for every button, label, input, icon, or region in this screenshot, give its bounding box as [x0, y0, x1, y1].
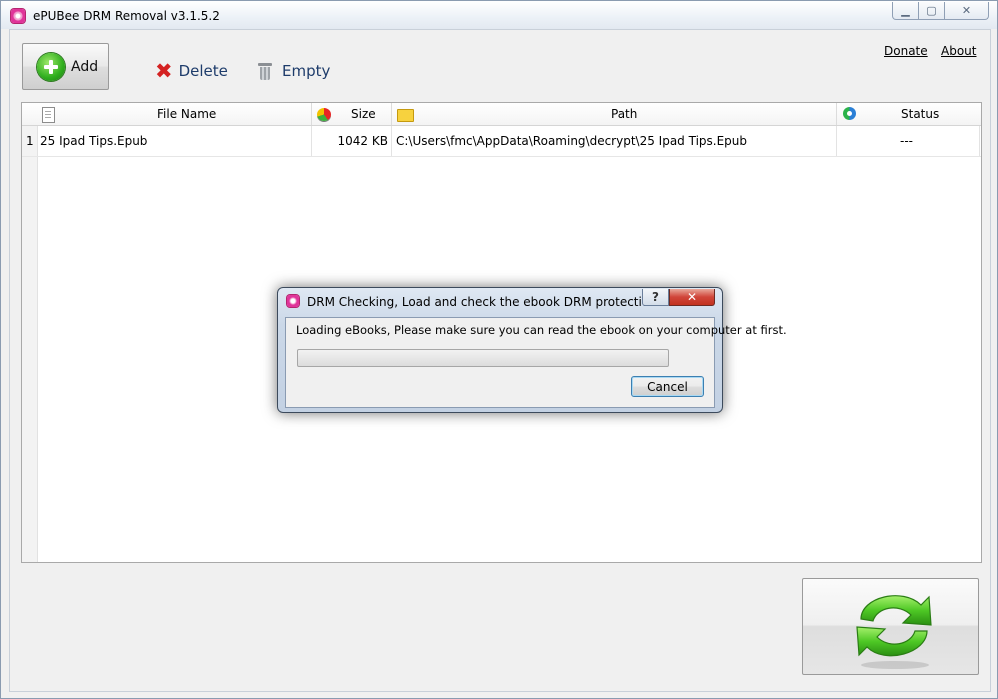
- row-status: ---: [900, 134, 913, 148]
- table-row[interactable]: 1 25 Ipad Tips.Epub 1042 KB C:\Users\fmc…: [22, 126, 981, 157]
- row-path: C:\Users\fmc\AppData\Roaming\decrypt\25 …: [396, 134, 748, 148]
- window-controls: ▁ ▢ ✕: [892, 2, 989, 21]
- close-button[interactable]: ✕: [945, 2, 989, 20]
- drm-check-dialog: DRM Checking, Load and check the ebook D…: [277, 287, 787, 413]
- dialog-close-button[interactable]: ✕: [669, 289, 715, 306]
- main-window: ePUBee DRM Removal v3.1.5.2 ▁ ▢ ✕ Add ✖ …: [0, 0, 998, 699]
- delete-button-label: Delete: [178, 62, 228, 80]
- row-file-name: 25 Ipad Tips.Epub: [40, 134, 148, 148]
- column-header-path[interactable]: Path: [611, 103, 637, 125]
- pie-chart-icon: [317, 108, 331, 121]
- add-button-label: Add: [71, 58, 99, 75]
- empty-button[interactable]: Empty: [258, 62, 330, 80]
- plus-circle-icon: [37, 52, 65, 81]
- empty-button-label: Empty: [282, 62, 331, 80]
- dialog-message: Loading eBooks, Please make sure you can…: [296, 323, 787, 337]
- status-icon: [843, 107, 856, 120]
- dialog-title: DRM Checking, Load and check the ebook D…: [307, 295, 661, 309]
- cancel-button[interactable]: Cancel: [631, 376, 704, 397]
- about-link[interactable]: About: [941, 44, 976, 58]
- loading-progress-bar: [297, 349, 669, 367]
- column-header-size[interactable]: Size: [351, 103, 376, 125]
- minimize-button[interactable]: ▁: [892, 2, 919, 20]
- dialog-help-button[interactable]: ?: [642, 289, 669, 306]
- column-header-file-name[interactable]: File Name: [157, 103, 216, 125]
- document-icon: [42, 107, 55, 123]
- row-number-gutter: [22, 103, 38, 562]
- delete-button[interactable]: ✖ Delete: [155, 59, 228, 83]
- donate-link[interactable]: Donate: [884, 44, 928, 58]
- list-header: File Name Size Path Status: [22, 103, 981, 126]
- add-button[interactable]: Add: [22, 43, 109, 90]
- window-title: ePUBee DRM Removal v3.1.5.2: [33, 9, 220, 23]
- convert-button[interactable]: [802, 578, 979, 675]
- column-header-status[interactable]: Status: [901, 103, 939, 125]
- red-x-icon: ✖: [155, 59, 173, 83]
- folder-icon: [397, 109, 414, 122]
- app-icon: [11, 9, 25, 23]
- dialog-app-icon: [287, 295, 299, 307]
- green-refresh-arrows-icon: [856, 595, 932, 669]
- dialog-body: Loading eBooks, Please make sure you can…: [285, 317, 787, 408]
- title-bar: ePUBee DRM Removal v3.1.5.2 ▁ ▢ ✕: [1, 1, 997, 29]
- row-index: 1: [26, 134, 34, 148]
- trash-icon: [258, 62, 272, 80]
- maximize-button[interactable]: ▢: [919, 2, 945, 20]
- row-size: 1042 KB: [337, 134, 388, 148]
